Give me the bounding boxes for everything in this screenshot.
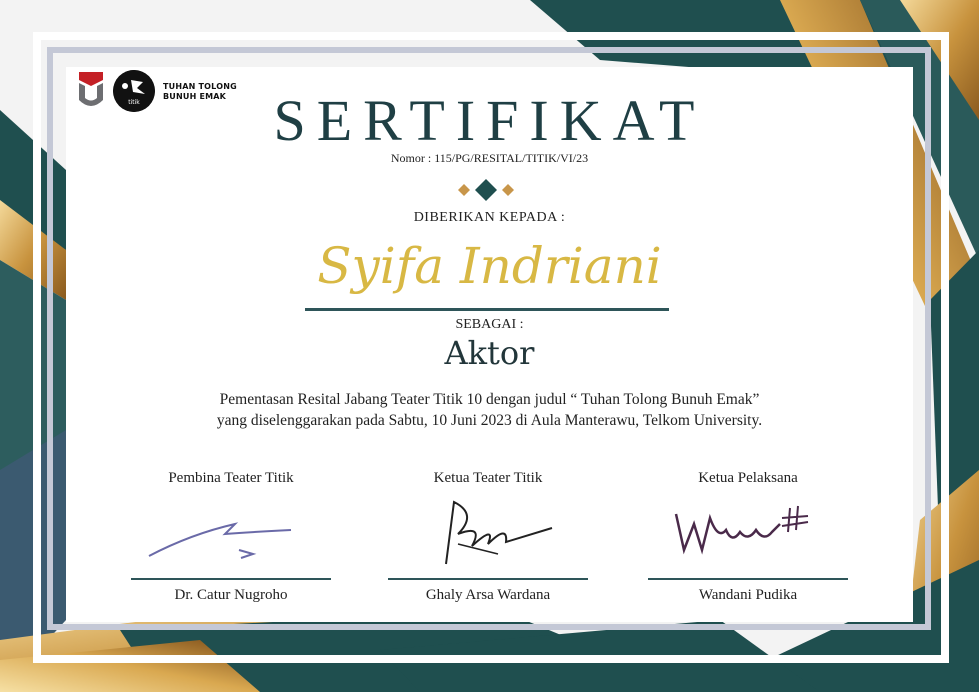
signatory-name: Wandani Pudika — [698, 587, 798, 603]
recipient-name: Syifa Indriani — [317, 237, 662, 295]
signature-block-organizer: Ketua Pelaksana Wandani Pudika — [648, 470, 848, 610]
signature-block-advisor: Pembina Teater Titik Dr. Catur Nugroho — [131, 470, 331, 610]
signature-line — [648, 578, 848, 580]
signature-role: Pembina Teater Titik — [168, 470, 294, 486]
signature-mark — [674, 505, 809, 555]
signatory-name: Ghaly Arsa Wardana — [425, 587, 551, 603]
signature-mark — [148, 522, 292, 559]
event-description: Pementasan Resital Jabang Teater Titik 1… — [0, 389, 979, 431]
signature-line — [131, 578, 331, 580]
signature-role: Ketua Teater Titik — [433, 470, 543, 486]
signature-block-chair: Ketua Teater Titik Ghaly Arsa Wardana — [388, 470, 588, 610]
given-to-label: DIBERIKAN KEPADA : — [413, 210, 566, 225]
signature-line — [388, 578, 588, 580]
signatory-name: Dr. Catur Nugroho — [174, 587, 288, 603]
diamond-ornament — [458, 179, 514, 201]
signature-role: Ketua Pelaksana — [698, 470, 798, 486]
recipient-role: Aktor — [444, 334, 535, 372]
description-line-1: Pementasan Resital Jabang Teater Titik 1… — [219, 391, 760, 408]
name-underline — [305, 308, 669, 311]
signature-mark — [445, 500, 553, 565]
certificate-number: Nomor : 115/PG/RESITAL/TITIK/VI/23 — [390, 151, 589, 165]
description-line-2: yang diselenggarakan pada Sabtu, 10 Juni… — [216, 412, 763, 429]
certificate-title: SERTIFIKAT — [273, 88, 706, 153]
